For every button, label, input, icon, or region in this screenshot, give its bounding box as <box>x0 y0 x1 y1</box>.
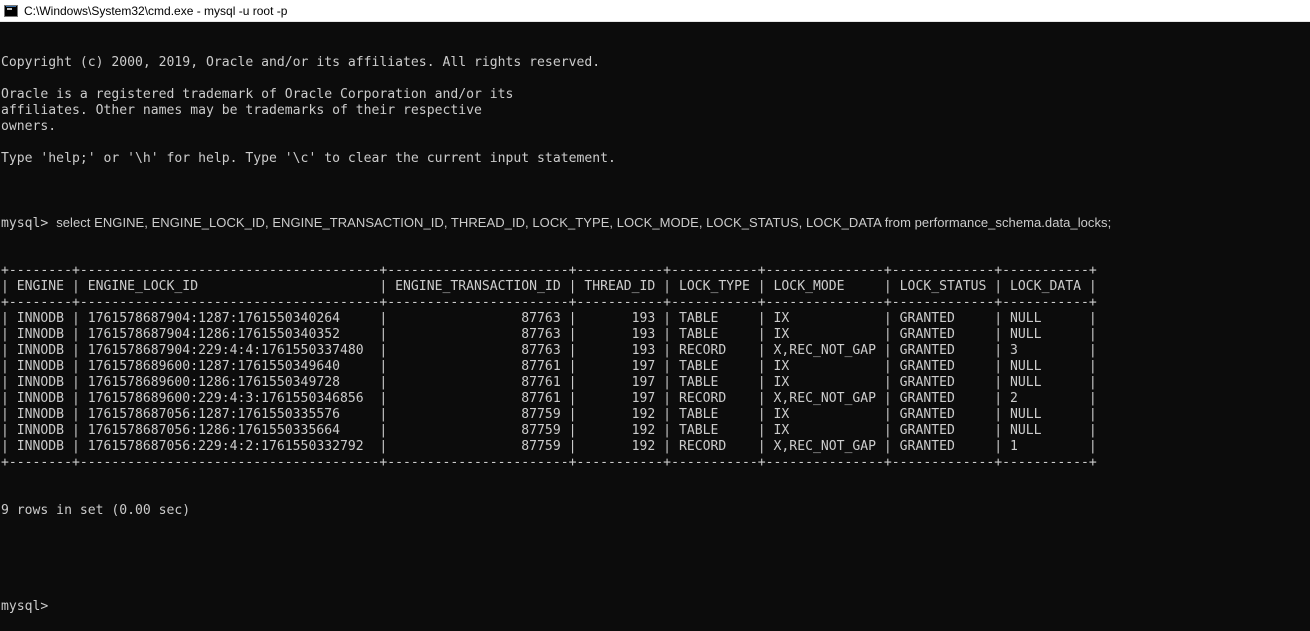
terminal-console[interactable]: Copyright (c) 2000, 2019, Oracle and/or … <box>0 22 1310 493</box>
query-text: select ENGINE, ENGINE_LOCK_ID, ENGINE_TR… <box>56 215 1111 230</box>
table-header: | ENGINE | ENGINE_LOCK_ID | ENGINE_TRANS… <box>1 279 1310 295</box>
banner-block: Copyright (c) 2000, 2019, Oracle and/or … <box>1 55 1310 183</box>
table-row: | INNODB | 1761578689600:1287:1761550349… <box>1 359 1310 375</box>
table-row: | INNODB | 1761578687056:1286:1761550335… <box>1 423 1310 439</box>
table-border: +--------+------------------------------… <box>1 455 1310 471</box>
title-bar[interactable]: C:\Windows\System32\cmd.exe - mysql -u r… <box>0 0 1310 22</box>
final-prompt: mysql> <box>1 599 48 614</box>
table-border: +--------+------------------------------… <box>1 263 1310 279</box>
window-title: C:\Windows\System32\cmd.exe - mysql -u r… <box>24 4 287 18</box>
banner-line: Oracle is a registered trademark of Orac… <box>1 87 1310 103</box>
table-row: | INNODB | 1761578687904:1286:1761550340… <box>1 327 1310 343</box>
table-border: +--------+------------------------------… <box>1 295 1310 311</box>
banner-line: affiliates. Other names may be trademark… <box>1 103 1310 119</box>
query-line: mysql> select ENGINE, ENGINE_LOCK_ID, EN… <box>1 215 1310 231</box>
banner-line: owners. <box>1 119 1310 135</box>
table-row: | INNODB | 1761578687904:1287:1761550340… <box>1 311 1310 327</box>
table-row: | INNODB | 1761578687904:229:4:4:1761550… <box>1 343 1310 359</box>
table-row: | INNODB | 1761578689600:229:4:3:1761550… <box>1 391 1310 407</box>
input-line[interactable]: mysql> <box>1 599 1310 615</box>
blank-line <box>1 551 1310 567</box>
table-row: | INNODB | 1761578687056:1287:1761550335… <box>1 407 1310 423</box>
banner-line: Copyright (c) 2000, 2019, Oracle and/or … <box>1 55 1310 71</box>
cmd-icon <box>4 5 18 17</box>
result-summary: 9 rows in set (0.00 sec) <box>1 503 1310 519</box>
result-table: +--------+------------------------------… <box>1 263 1310 471</box>
banner-line <box>1 71 1310 87</box>
banner-line <box>1 167 1310 183</box>
banner-line: Type 'help;' or '\h' for help. Type '\c'… <box>1 151 1310 167</box>
table-row: | INNODB | 1761578687056:229:4:2:1761550… <box>1 439 1310 455</box>
prompt: mysql> <box>1 216 48 231</box>
banner-line <box>1 135 1310 151</box>
table-row: | INNODB | 1761578689600:1286:1761550349… <box>1 375 1310 391</box>
